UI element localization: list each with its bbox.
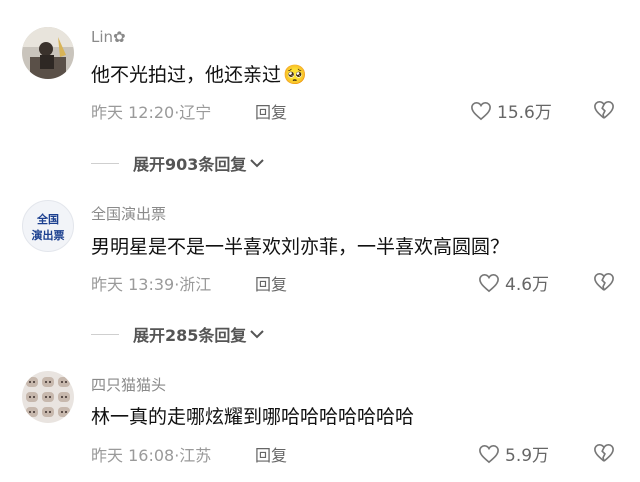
username[interactable]: Lin✿ <box>91 28 126 46</box>
heart-outline-icon <box>471 101 491 120</box>
reply-button[interactable]: 回复 <box>255 442 287 466</box>
avatar-text-top: 全国 <box>37 213 59 226</box>
expand-replies-button[interactable]: 展开285条回复 <box>91 322 265 346</box>
divider-line <box>91 162 119 164</box>
broken-heart-icon <box>594 272 614 291</box>
time-location: 昨天 16:08·江苏 <box>91 446 212 465</box>
comment-text-body: 他不光拍过，他还亲过 <box>91 64 282 86</box>
avatar[interactable]: 全国 演出票 <box>22 200 74 252</box>
avatar-text-bottom: 演出票 <box>31 229 65 242</box>
comment-text: 他不光拍过，他还亲过 🥺 <box>91 60 307 87</box>
chevron-down-icon <box>250 330 265 339</box>
comment-text: 男明星是不是一半喜欢刘亦菲，一半喜欢高圆圆？ <box>91 236 510 258</box>
like-button[interactable]: 5.9万 <box>478 441 549 466</box>
username[interactable]: 四只猫猫头 <box>91 374 166 395</box>
reply-button[interactable]: 回复 <box>255 271 287 295</box>
broken-heart-icon <box>594 100 614 119</box>
divider-line <box>91 333 119 335</box>
expand-replies-label: 展开903条回复 <box>133 155 247 174</box>
heart-outline-icon <box>479 444 499 463</box>
like-button[interactable]: 4.6万 <box>478 270 549 295</box>
chevron-down-icon <box>250 159 265 168</box>
dislike-button[interactable] <box>593 100 615 124</box>
time-location: 昨天 12:20·辽宁 <box>91 103 212 122</box>
comment-text: 林一真的走哪炫耀到哪哈哈哈哈哈哈哈 <box>91 406 415 428</box>
heart-outline-icon <box>479 273 499 292</box>
like-count: 15.6万 <box>497 103 552 123</box>
reply-button[interactable]: 回复 <box>255 99 287 123</box>
dislike-button[interactable] <box>593 443 615 467</box>
avatar[interactable] <box>22 27 74 79</box>
broken-heart-icon <box>594 443 614 462</box>
time-location: 昨天 13:39·浙江 <box>91 275 212 294</box>
like-button[interactable]: 15.6万 <box>470 98 552 123</box>
like-count: 4.6万 <box>505 275 550 295</box>
expand-replies-button[interactable]: 展开903条回复 <box>91 151 265 175</box>
like-count: 5.9万 <box>505 446 550 466</box>
pleading-face-emoji: 🥺 <box>283 64 307 86</box>
expand-replies-label: 展开285条回复 <box>133 326 247 345</box>
avatar[interactable] <box>22 371 74 423</box>
username[interactable]: 全国演出票 <box>91 203 166 224</box>
dislike-button[interactable] <box>593 272 615 296</box>
